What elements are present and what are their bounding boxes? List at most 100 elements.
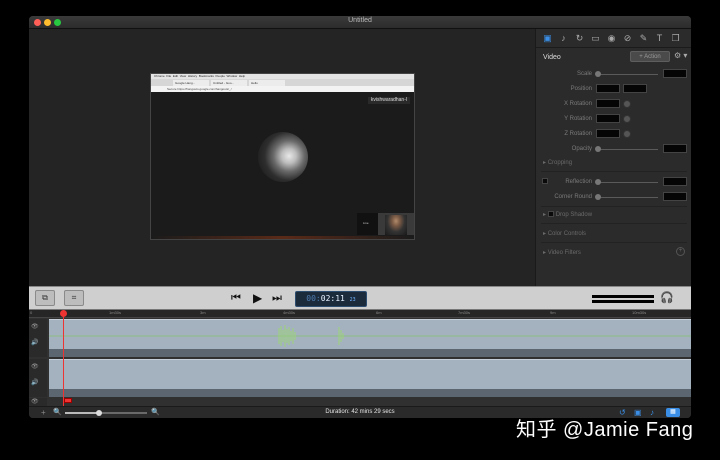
scale-slider-knob[interactable] (595, 71, 601, 77)
position-label: Position (570, 86, 592, 92)
scale-row: Scale (536, 69, 691, 79)
divider (541, 206, 687, 207)
track-1-header: 👁 🔊 (29, 319, 47, 357)
x-rotation-label: X Rotation (563, 101, 592, 107)
inspector-panel: ▣ ♪ ↻ ▭ ◉ ⊘ ✎ T ❐ Video + Action ⚙ ▾ Sca… (535, 29, 691, 286)
timecode-display[interactable]: 00:02:11 23 (295, 291, 367, 307)
reflection-row: Reflection (536, 177, 691, 187)
y-rotation-dial[interactable] (623, 115, 631, 123)
drop-shadow-label: Drop Shadow (555, 212, 593, 218)
corner-round-slider[interactable] (596, 197, 658, 198)
track-3-header: 👁 (29, 398, 47, 406)
x-rotation-field[interactable] (596, 99, 620, 108)
position-x-field[interactable] (596, 84, 620, 93)
recorded-url-bar: Secure https://hangouts.google.com/hango… (151, 86, 414, 92)
eye-icon[interactable]: 👁 (31, 398, 39, 405)
x-rotation-dial[interactable] (623, 100, 631, 108)
opacity-slider-knob[interactable] (595, 146, 601, 152)
y-rotation-row: Y Rotation (536, 114, 691, 124)
z-rotation-field[interactable] (596, 129, 620, 138)
scale-label: Scale (576, 71, 592, 77)
corner-round-label: Corner Round (554, 194, 592, 200)
annotation-icon[interactable]: ✎ (638, 33, 649, 44)
callout-icon[interactable]: ↻ (574, 33, 585, 44)
cropping-section[interactable]: ▸ Cropping (543, 159, 572, 166)
corner-round-slider-knob[interactable] (595, 194, 601, 200)
track-1-clip-footer (49, 349, 691, 357)
layers-button[interactable]: ⧉ (35, 290, 55, 306)
position-y-field[interactable] (623, 84, 647, 93)
reflection-slider-knob[interactable] (595, 179, 601, 185)
x-rotation-row: X Rotation (536, 99, 691, 109)
audio-icon[interactable]: ♪ (558, 33, 569, 44)
participant-name-tag: kvishwaradhan-l (367, 97, 410, 104)
recorded-browser-tabs: Google Hang... Untitled - Goo... Hello (151, 79, 414, 86)
recorded-menu-item: Chrome (154, 74, 165, 78)
track-1-clip[interactable] (49, 319, 691, 349)
drop-shadow-checkbox[interactable] (547, 211, 554, 217)
z-rotation-dial[interactable] (623, 130, 631, 138)
preview-canvas[interactable]: Chrome File Edit View History Bookmarks … (29, 29, 535, 286)
add-filter-icon[interactable]: + (676, 247, 685, 256)
eye-icon[interactable]: 👁 (31, 323, 39, 330)
window-title: Untitled (348, 17, 372, 24)
scale-value-field[interactable] (663, 69, 687, 78)
filter-icon[interactable]: ⊘ (622, 33, 633, 44)
video-icon[interactable]: ▣ (542, 33, 553, 44)
color-controls-label: Color Controls (547, 231, 587, 237)
timeline-ruler[interactable]: 0 1m30s 3m 4m30s 6m 7m30s 9m 10m30s (29, 310, 691, 318)
recorded-menu-item: Edit (172, 74, 179, 78)
inspector-title: Video (543, 54, 561, 61)
audio-waveform (49, 325, 691, 347)
self-view-label: Live (363, 221, 369, 225)
reflection-label: Reflection (565, 179, 592, 185)
speaker-icon[interactable]: 🔊 (31, 339, 38, 346)
y-rotation-field[interactable] (596, 114, 620, 123)
speaker-icon[interactable]: 🔊 (31, 379, 38, 386)
audio-level-meter-right (592, 300, 654, 303)
recorded-menu-item: Window (226, 74, 238, 78)
ruler-label: 3m (200, 310, 206, 315)
timecode-main: 02:11 (320, 294, 345, 303)
video-filters-label: Video Filters (547, 250, 581, 256)
timecode-frames: 23 (349, 297, 356, 303)
recorded-menu-item: History (187, 74, 198, 78)
z-rotation-row: Z Rotation (536, 129, 691, 139)
divider (541, 171, 687, 172)
playhead[interactable] (63, 310, 64, 406)
scale-slider[interactable] (596, 74, 658, 75)
cropping-label: Cropping (547, 160, 573, 166)
crop-button[interactable]: ⌗ (64, 290, 84, 306)
track-2-clip[interactable] (49, 359, 691, 389)
inspector-tabs: ▣ ♪ ↻ ▭ ◉ ⊘ ✎ T ❐ (536, 29, 691, 48)
text-icon[interactable]: T (654, 33, 665, 44)
fast-forward-button[interactable]: ⏭ (272, 292, 282, 305)
drop-shadow-section[interactable]: ▸ Drop Shadow (543, 211, 592, 218)
corner-round-value-field[interactable] (663, 192, 687, 201)
recorded-screen-media[interactable]: Chrome File Edit View History Bookmarks … (150, 73, 415, 240)
headphones-icon[interactable]: 🎧 (660, 291, 674, 304)
position-row: Position (536, 84, 691, 94)
add-action-button[interactable]: + Action (630, 51, 670, 62)
opacity-slider[interactable] (596, 149, 658, 150)
rewind-button[interactable]: ⏮ (231, 292, 241, 305)
reflection-slider[interactable] (596, 182, 658, 183)
copy-icon[interactable]: ❐ (670, 33, 681, 44)
self-view-person (385, 215, 407, 235)
eye-icon[interactable]: 👁 (31, 363, 39, 370)
opacity-value-field[interactable] (663, 144, 687, 153)
y-rotation-label: Y Rotation (564, 116, 592, 122)
ruler-label: 6m (376, 310, 382, 315)
participant-avatar (258, 132, 308, 182)
video-filters-section[interactable]: ▸ Video Filters + (543, 247, 685, 256)
reflection-value-field[interactable] (663, 177, 687, 186)
app-window: Untitled Chrome File Edit View History B… (29, 16, 691, 418)
color-controls-section[interactable]: ▸ Color Controls (543, 230, 586, 237)
timeline[interactable]: 0 1m30s 3m 4m30s 6m 7m30s 9m 10m30s 👁 🔊 (29, 310, 691, 418)
title-bar: Untitled (29, 16, 691, 29)
cursor-icon[interactable]: ◉ (606, 33, 617, 44)
screen-icon[interactable]: ▭ (590, 33, 601, 44)
play-button[interactable]: ▶ (253, 291, 262, 305)
playhead-marker[interactable] (64, 398, 72, 403)
gear-icon[interactable]: ⚙ ▾ (674, 51, 687, 60)
